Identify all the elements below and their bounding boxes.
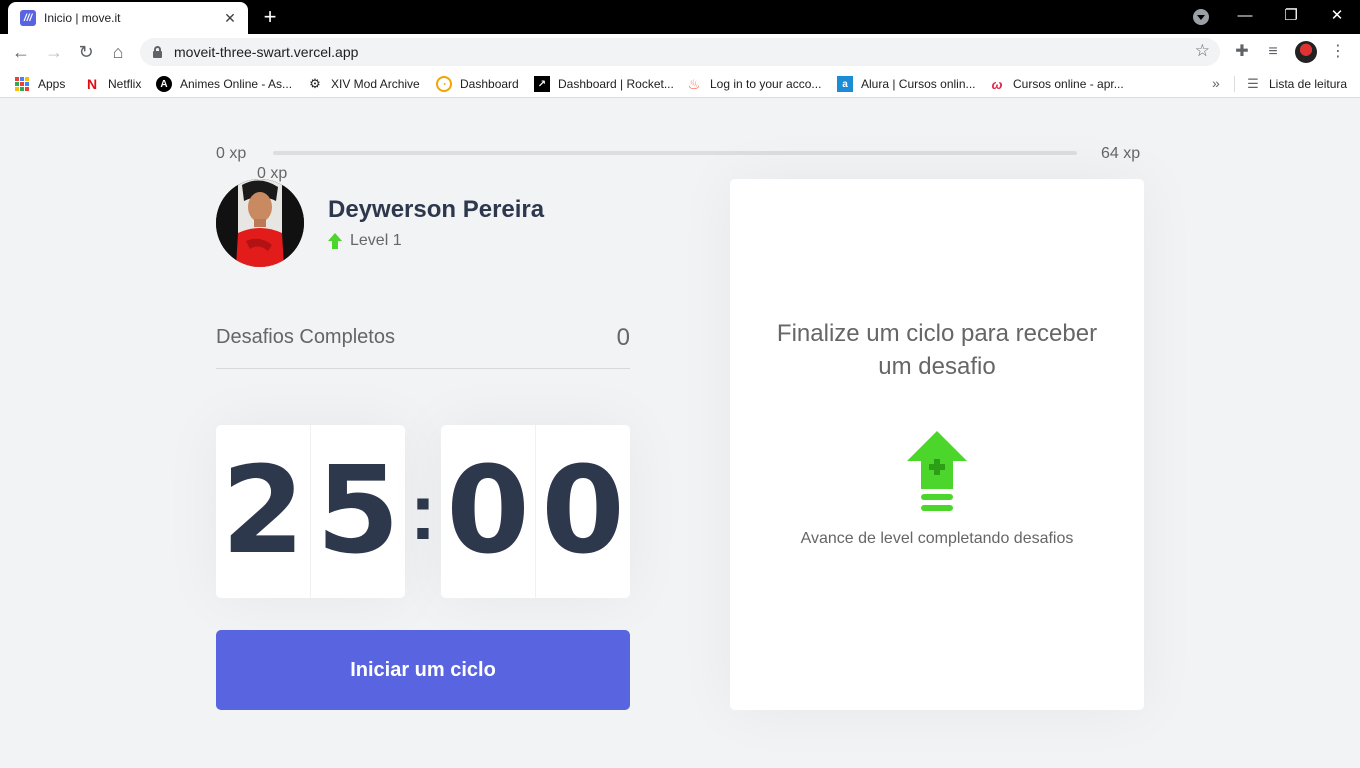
bookmark-tinder[interactable]: ♨ Log in to your acco... <box>686 75 822 92</box>
xp-start-label: 0 xp <box>216 145 247 162</box>
completed-challenges-count: 0 <box>616 324 630 351</box>
profile-avatar[interactable] <box>1295 41 1317 63</box>
challenge-description: Avance de level completando desafios <box>800 530 1074 547</box>
bookmark-label: Animes Online - As... <box>180 77 293 91</box>
challenge-box: Finalize um ciclo para receber um desafi… <box>730 179 1144 710</box>
anime-icon: A <box>156 76 172 92</box>
countdown-minutes: 2 5 <box>216 425 405 598</box>
completed-challenges: Desafios Completos 0 <box>216 320 630 369</box>
home-icon[interactable]: ⌂ <box>107 41 129 63</box>
apps-grid-icon <box>14 76 30 92</box>
bookmark-apps[interactable]: Apps <box>14 76 65 92</box>
udemy-icon: ω <box>991 76 1003 92</box>
level-up-icon <box>907 431 967 511</box>
more-bookmarks-icon[interactable]: » <box>1212 75 1220 91</box>
bookmark-label: Alura | Cursos onlin... <box>861 77 976 91</box>
browser-titlebar: /// Inicio | move.it ✕ + — ❐ ✕ <box>0 0 1360 34</box>
bookmark-label: Dashboard | Rocket... <box>558 77 674 91</box>
bookmark-label: Apps <box>38 77 66 91</box>
challenge-title: Finalize um ciclo para receber um desafi… <box>776 320 1098 380</box>
user-photo-icon <box>216 179 304 267</box>
countdown-second-tens: 0 <box>441 425 536 598</box>
bookmarks-bar: Apps N Netflix A Animes Online - As... ⚙… <box>0 70 1360 98</box>
alura-icon: a <box>837 76 853 92</box>
menu-icon[interactable]: ⋮ <box>1327 41 1349 63</box>
new-tab-icon[interactable]: + <box>259 6 281 28</box>
moveit-favicon-icon: /// <box>20 10 36 26</box>
level-up-arrow-icon <box>328 233 342 249</box>
tab-search-icon[interactable] <box>1193 9 1209 25</box>
bookmark-label: Netflix <box>108 77 142 91</box>
reading-list-label: Lista de leitura <box>1269 77 1348 91</box>
bookmark-rocketseat[interactable]: ↗ Dashboard | Rocket... <box>534 76 674 92</box>
reading-list[interactable]: ☰ Lista de leitura <box>1245 76 1347 92</box>
countdown-minute-tens: 2 <box>216 425 311 598</box>
forward-icon[interactable]: → <box>43 41 65 63</box>
bookmark-star-icon[interactable]: ☆ <box>1195 41 1210 61</box>
start-cycle-button[interactable]: Iniciar um ciclo <box>216 630 630 710</box>
bookmark-netflix[interactable]: N Netflix <box>84 76 141 92</box>
completed-challenges-label: Desafios Completos <box>216 326 395 348</box>
rocketseat-icon: ↗ <box>534 76 550 92</box>
level-label: Level 1 <box>350 232 402 249</box>
extensions-icon[interactable]: ✚ <box>1231 41 1253 63</box>
reload-icon[interactable]: ↻ <box>75 41 97 63</box>
close-window-icon[interactable]: ✕ <box>1325 5 1349 27</box>
dashboard-icon: ◔ <box>436 76 452 92</box>
avatar <box>216 179 304 267</box>
bookmarks-divider <box>1234 76 1235 92</box>
bookmark-dashboard[interactable]: ◔ Dashboard <box>436 76 519 92</box>
xp-end-label: 64 xp <box>1101 145 1141 162</box>
tinder-icon: ♨ <box>687 75 701 92</box>
bookmark-udemy[interactable]: ω Cursos online - apr... <box>989 76 1124 92</box>
countdown-second-ones: 0 <box>541 442 625 581</box>
media-control-icon[interactable]: ≡ <box>1262 41 1284 63</box>
bookmark-label: Log in to your acco... <box>710 77 822 91</box>
countdown-separator: : <box>409 466 437 556</box>
browser-toolbar: ← → ↻ ⌂ moveit-three-swart.vercel.app ☆ … <box>0 34 1360 70</box>
reading-list-icon: ☰ <box>1247 76 1259 91</box>
bookmark-label: XIV Mod Archive <box>331 77 420 91</box>
browser-tab[interactable]: /// Inicio | move.it ✕ <box>8 2 248 34</box>
close-tab-icon[interactable]: ✕ <box>222 10 238 27</box>
experience-bar <box>273 151 1077 155</box>
bookmark-xiv[interactable]: ⚙ XIV Mod Archive <box>307 76 420 92</box>
bookmark-label: Dashboard <box>460 77 519 91</box>
countdown-seconds: 0 0 <box>441 425 630 598</box>
bookmark-alura[interactable]: a Alura | Cursos onlin... <box>837 76 976 92</box>
url-text: moveit-three-swart.vercel.app <box>174 44 359 60</box>
xiv-icon: ⚙ <box>309 76 321 91</box>
bookmark-animes[interactable]: A Animes Online - As... <box>156 76 292 92</box>
user-name: Deywerson Pereira <box>328 196 545 223</box>
minimize-icon[interactable]: — <box>1233 5 1257 27</box>
tab-title: Inicio | move.it <box>44 11 121 25</box>
countdown-minute-ones: 5 <box>316 442 400 581</box>
bookmark-label: Cursos online - apr... <box>1013 77 1124 91</box>
level-indicator: Level 1 <box>328 232 402 250</box>
netflix-icon: N <box>86 76 98 92</box>
lock-icon <box>153 46 162 58</box>
back-icon[interactable]: ← <box>10 41 32 63</box>
restore-icon[interactable]: ❐ <box>1279 5 1303 27</box>
address-bar[interactable]: moveit-three-swart.vercel.app ☆ <box>140 38 1220 66</box>
